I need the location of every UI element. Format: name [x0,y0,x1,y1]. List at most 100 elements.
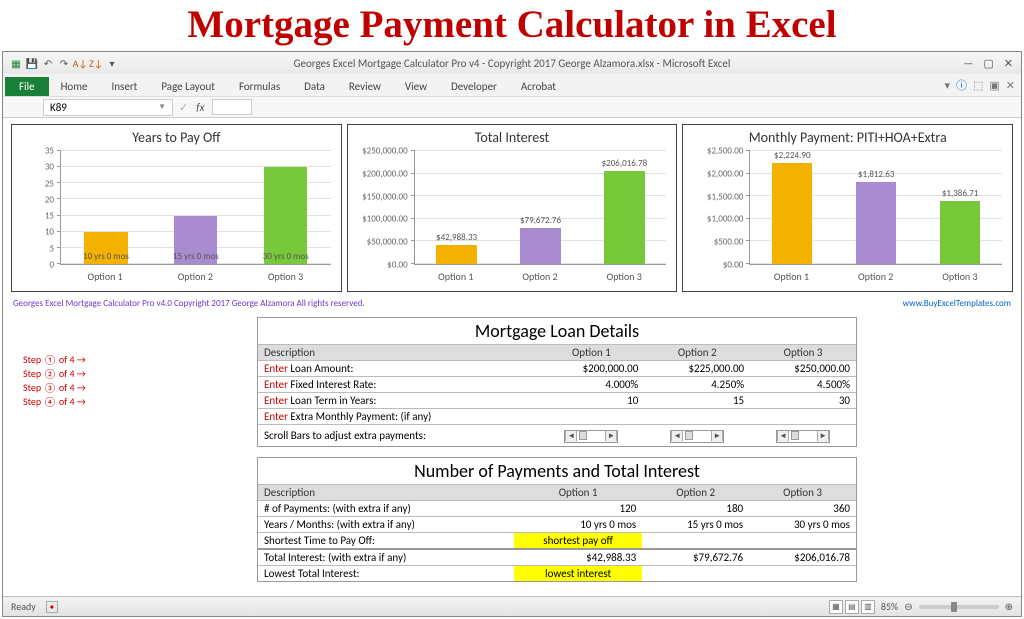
name-box[interactable]: K89 ▼ [43,99,173,116]
y-tick: $250,000.00 [346,146,408,157]
sort-asc-icon[interactable]: A↓ [73,56,87,70]
input-cell[interactable] [644,409,750,425]
zoom-in-icon[interactable]: ⊕ [1005,600,1013,613]
excel-icon: ▦ [9,56,23,70]
col-header: Option 1 [538,345,644,361]
file-tab[interactable]: File [5,77,49,96]
copyright-text: Georges Excel Mortgage Calculator Pro v4… [13,298,365,309]
chart-2: Monthly Payment: PITI+HOA+Extra$0.00$500… [682,124,1013,292]
y-tick: $1,500.00 [681,191,743,202]
help-icon[interactable]: ⓘ [956,77,967,93]
value-cell: 10 yrs 0 mos [514,517,642,533]
empty-cell [749,533,856,550]
input-cell[interactable]: $200,000.00 [538,361,644,377]
scroll-bar-cell: ◄► [644,425,750,447]
page-break-view-icon[interactable]: ▥ [861,600,875,614]
row-desc: Lowest Total Interest: [258,566,514,582]
bar-label: 10 yrs 0 mos [83,251,129,262]
doc-restore-icon[interactable]: ▣ [989,79,999,92]
tab-view[interactable]: View [393,77,439,96]
tab-acrobat[interactable]: Acrobat [509,77,568,96]
zoom-out-icon[interactable]: ⊖ [904,600,912,613]
namebox-dropdown-icon[interactable]: ▼ [158,102,166,112]
input-cell[interactable]: $250,000.00 [750,361,856,377]
loan-details-table: Mortgage Loan Details DescriptionOption … [257,317,857,447]
x-label: Option 3 [240,270,330,283]
x-label: Option 2 [498,270,582,283]
input-cell[interactable]: 4.000% [538,377,644,393]
tab-review[interactable]: Review [337,77,393,96]
close-icon[interactable]: ✕ [1004,57,1013,70]
bar-option-3 [940,201,980,264]
input-cell[interactable]: 30 [750,393,856,409]
normal-view-icon[interactable]: ▦ [829,600,843,614]
website-link[interactable]: www.BuyExcelTemplates.com [903,298,1011,309]
redo-icon[interactable]: ↷ [57,56,71,70]
tab-data[interactable]: Data [292,77,337,96]
scroll-bar-cell: ◄► [750,425,856,447]
zoom-level[interactable]: 85% [881,600,898,613]
y-tick: $2,000.00 [681,168,743,179]
save-icon[interactable]: 💾 [25,56,39,70]
bar-option-2 [520,228,560,264]
maximize-icon[interactable]: ▢ [983,57,993,70]
zoom-slider[interactable] [919,605,999,609]
input-cell[interactable]: 15 [644,393,750,409]
empty-cell [749,566,856,582]
y-tick: $50,000.00 [346,237,408,248]
input-cell[interactable]: $225,000.00 [644,361,750,377]
input-cell[interactable] [750,409,856,425]
formula-input[interactable] [212,99,252,115]
ribbon-dropdown-icon[interactable]: ▾ [944,79,950,92]
bar-option-2 [856,182,896,264]
step-2: Step ② of 4 → [23,367,86,381]
extra-payment-scrollbar[interactable]: ◄► [776,430,830,443]
input-cell[interactable]: 4.500% [750,377,856,393]
tab-developer[interactable]: Developer [439,77,509,96]
input-cell[interactable] [538,409,644,425]
minimize-icon[interactable]: — [963,57,973,70]
bar-option-3 [604,171,644,264]
step-4: Step ④ of 4 → [23,395,86,409]
window-title: Georges Excel Mortgage Calculator Pro v4… [3,57,1021,70]
collapse-ribbon-icon[interactable]: ⬚ [973,79,983,92]
value-cell: $206,016.78 [749,549,856,566]
view-switcher: ▦ ▤ ▥ [829,600,875,614]
y-tick: 15 [10,211,54,222]
x-label: Option 1 [749,270,833,283]
y-tick: $1,000.00 [681,214,743,225]
row-desc: # of Payments: (with extra if any) [258,501,514,517]
macro-record-icon[interactable]: ● [46,601,58,613]
qat-dropdown-icon[interactable]: ▾ [105,56,119,70]
extra-payment-scrollbar[interactable]: ◄► [670,430,724,443]
tab-formulas[interactable]: Formulas [227,77,292,96]
fx-check-icon[interactable]: ✓ [179,101,188,114]
bar-label: 30 yrs 0 mos [263,251,309,262]
col-header: Option 2 [642,485,749,501]
x-label: Option 3 [918,270,1002,283]
fx-icon[interactable]: fx [196,101,204,114]
tab-page-layout[interactable]: Page Layout [149,77,227,96]
bar-label: 15 yrs 0 mos [173,251,219,262]
x-label: Option 1 [60,270,150,283]
input-cell[interactable]: 10 [538,393,644,409]
page-layout-view-icon[interactable]: ▤ [845,600,859,614]
ribbon: File Home Insert Page Layout Formulas Da… [3,74,1021,96]
tab-insert[interactable]: Insert [100,77,150,96]
worksheet-area: Years to Pay Off0510152025303510 yrs 0 m… [3,118,1021,596]
undo-icon[interactable]: ↶ [41,56,55,70]
y-tick: 5 [10,243,54,254]
sort-desc-icon[interactable]: Z↓ [89,56,103,70]
doc-close-icon[interactable]: ✕ [1006,79,1015,92]
row-desc: Enter Loan Term in Years: [258,393,538,409]
tab-home[interactable]: Home [49,77,100,96]
input-cell[interactable]: 4.250% [644,377,750,393]
extra-payment-scrollbar[interactable]: ◄► [564,430,618,443]
x-label: Option 1 [414,270,498,283]
row-desc: Enter Loan Amount: [258,361,538,377]
page-banner: Mortgage Payment Calculator in Excel [0,0,1024,51]
x-label: Option 2 [834,270,918,283]
y-tick: $500.00 [681,237,743,248]
row-desc: Total Interest: (with extra if any) [258,549,514,566]
bar-label: $1,386.71 [942,188,978,199]
